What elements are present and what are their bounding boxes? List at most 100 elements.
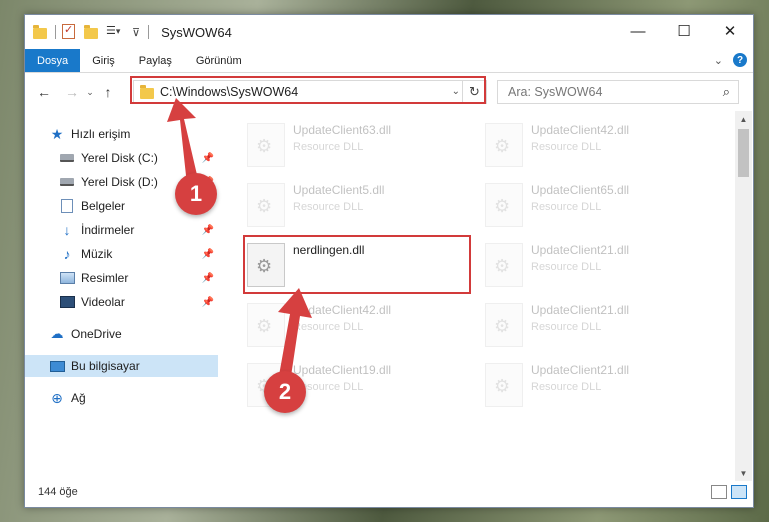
star-icon: ★ bbox=[50, 125, 64, 142]
vertical-scrollbar[interactable]: ▲ ▼ bbox=[735, 111, 752, 481]
computer-icon bbox=[49, 358, 65, 374]
file-type: Resource DLL bbox=[531, 141, 602, 153]
sidebar-item-label: Videolar bbox=[81, 295, 125, 309]
back-button[interactable]: ← bbox=[33, 81, 55, 103]
title-bar: ☰▾ ⊽ SysWOW64 — ☐ ✕ bbox=[25, 15, 753, 49]
large-icons-view-button[interactable] bbox=[731, 485, 747, 499]
file-item[interactable]: UpdateClient42.dll Resource DLL bbox=[485, 119, 705, 173]
help-button[interactable]: ? bbox=[733, 53, 747, 67]
drive-icon bbox=[59, 174, 75, 190]
dll-file-icon bbox=[485, 123, 523, 167]
up-button[interactable]: ↑ bbox=[97, 81, 119, 103]
file-item[interactable]: UpdateClient21.dll Resource DLL bbox=[485, 359, 705, 413]
pin-icon[interactable]: 📌 bbox=[202, 153, 214, 164]
navigation-pane: ★ Hızlı erişim Yerel Disk (C:) 📌 Yerel D… bbox=[25, 119, 218, 469]
file-type: Resource DLL bbox=[531, 321, 602, 333]
file-type: Resource DLL bbox=[531, 261, 602, 273]
status-bar: 144 öğe bbox=[25, 477, 753, 507]
file-name: UpdateClient19.dll bbox=[293, 363, 392, 377]
file-name: UpdateClient42.dll bbox=[531, 123, 630, 137]
picture-icon bbox=[59, 270, 75, 286]
music-icon: ♪ bbox=[63, 246, 71, 262]
dll-file-icon bbox=[247, 303, 285, 347]
address-bar-highlight bbox=[130, 76, 486, 104]
file-type: Resource DLL bbox=[531, 201, 602, 213]
sidebar-item-network[interactable]: ⊕ Ağ bbox=[25, 387, 218, 409]
sidebar-item-label: Bu bilgisayar bbox=[71, 359, 140, 373]
search-icon[interactable]: ⌕ bbox=[723, 84, 730, 100]
step-1-badge: 1 bbox=[175, 173, 217, 215]
recent-locations-button[interactable]: ⌄ bbox=[83, 81, 97, 103]
pin-icon[interactable]: 📌 bbox=[202, 225, 214, 236]
file-item[interactable]: UpdateClient5.dll Resource DLL bbox=[247, 179, 467, 233]
file-item[interactable]: UpdateClient65.dll Resource DLL bbox=[485, 179, 705, 233]
new-folder-button[interactable] bbox=[84, 24, 100, 40]
tab-gorunum[interactable]: Görünüm bbox=[184, 49, 254, 72]
tab-giris[interactable]: Giriş bbox=[80, 49, 127, 72]
forward-button[interactable]: → bbox=[61, 81, 83, 103]
folder-icon bbox=[33, 24, 49, 40]
file-item[interactable]: UpdateClient21.dll Resource DLL bbox=[485, 239, 705, 293]
minimize-button[interactable]: — bbox=[615, 15, 661, 47]
window-title: SysWOW64 bbox=[161, 24, 232, 40]
dll-file-icon bbox=[485, 363, 523, 407]
file-name: UpdateClient65.dll bbox=[531, 183, 630, 197]
video-icon bbox=[59, 294, 75, 310]
sidebar-item-local-disk-c[interactable]: Yerel Disk (C:) 📌 bbox=[25, 147, 218, 169]
item-count: 144 öğe bbox=[38, 486, 78, 498]
close-button[interactable]: ✕ bbox=[707, 15, 753, 47]
ribbon-tabs: Dosya Giriş Paylaş Görünüm ⌄ ? bbox=[25, 49, 753, 73]
file-type: Resource DLL bbox=[531, 381, 602, 393]
ribbon-actions: ⌄ ? bbox=[714, 53, 747, 67]
dll-file-icon bbox=[485, 303, 523, 347]
file-item[interactable]: UpdateClient21.dll Resource DLL bbox=[485, 299, 705, 353]
step-2-badge: 2 bbox=[264, 371, 306, 413]
sidebar-item-quick-access[interactable]: ★ Hızlı erişim bbox=[25, 123, 218, 145]
sidebar-item-label: Ağ bbox=[71, 391, 86, 405]
tab-paylas[interactable]: Paylaş bbox=[127, 49, 184, 72]
tab-dosya[interactable]: Dosya bbox=[25, 49, 81, 72]
search-box[interactable]: Ara: SysWOW64 ⌕ bbox=[497, 80, 739, 104]
file-type: Resource DLL bbox=[293, 201, 364, 213]
quick-access-dropdown[interactable]: ⊽ bbox=[132, 26, 140, 39]
sidebar-item-onedrive[interactable]: ☁ OneDrive bbox=[25, 323, 218, 345]
details-view-button[interactable] bbox=[711, 485, 727, 499]
file-item[interactable]: UpdateClient63.dll Resource DLL bbox=[247, 119, 467, 173]
pin-icon[interactable]: 📌 bbox=[202, 249, 214, 260]
network-icon: ⊕ bbox=[51, 389, 63, 406]
file-highlight bbox=[243, 235, 471, 294]
sidebar-item-label: İndirmeler bbox=[81, 223, 135, 237]
scroll-up-button[interactable]: ▲ bbox=[735, 111, 752, 127]
window-controls: — ☐ ✕ bbox=[615, 15, 753, 47]
file-type: Resource DLL bbox=[293, 141, 364, 153]
sidebar-item-label: Hızlı erişim bbox=[71, 127, 131, 141]
maximize-button[interactable]: ☐ bbox=[661, 15, 707, 47]
customize-toolbar-button[interactable]: ☰▾ bbox=[106, 24, 126, 40]
expand-ribbon-button[interactable]: ⌄ bbox=[714, 54, 723, 67]
sidebar-item-downloads[interactable]: ↓ İndirmeler 📌 bbox=[25, 219, 218, 241]
cloud-icon: ☁ bbox=[50, 326, 64, 341]
properties-button[interactable] bbox=[62, 23, 78, 40]
sidebar-item-this-pc[interactable]: Bu bilgisayar bbox=[25, 355, 218, 377]
dll-file-icon bbox=[247, 183, 285, 227]
pin-icon[interactable]: 📌 bbox=[202, 297, 214, 308]
sidebar-item-label: Resimler bbox=[81, 271, 129, 285]
scroll-thumb[interactable] bbox=[738, 129, 749, 177]
file-name: UpdateClient5.dll bbox=[293, 183, 385, 197]
properties-icon bbox=[62, 23, 75, 39]
file-list: UpdateClient63.dll Resource DLL UpdateCli… bbox=[225, 115, 735, 477]
sidebar-item-label: Belgeler bbox=[81, 199, 126, 213]
search-placeholder: Ara: SysWOW64 bbox=[508, 85, 603, 99]
file-item[interactable]: UpdateClient42.dll Resource DLL bbox=[247, 299, 467, 353]
sidebar-item-music[interactable]: ♪ Müzik 📌 bbox=[25, 243, 218, 265]
chevron-down-icon: ▾ bbox=[115, 26, 121, 36]
toolbar-divider bbox=[148, 25, 150, 39]
quick-access-toolbar: ☰▾ ⊽ bbox=[25, 15, 155, 49]
sidebar-item-pictures[interactable]: Resimler 📌 bbox=[25, 267, 218, 289]
sidebar-item-videos[interactable]: Videolar 📌 bbox=[25, 291, 218, 313]
pin-icon[interactable]: 📌 bbox=[202, 273, 214, 284]
dll-file-icon bbox=[485, 243, 523, 287]
dll-file-icon bbox=[485, 183, 523, 227]
sidebar-item-label: OneDrive bbox=[71, 327, 122, 341]
sidebar-item-label: Yerel Disk (D:) bbox=[81, 175, 158, 189]
